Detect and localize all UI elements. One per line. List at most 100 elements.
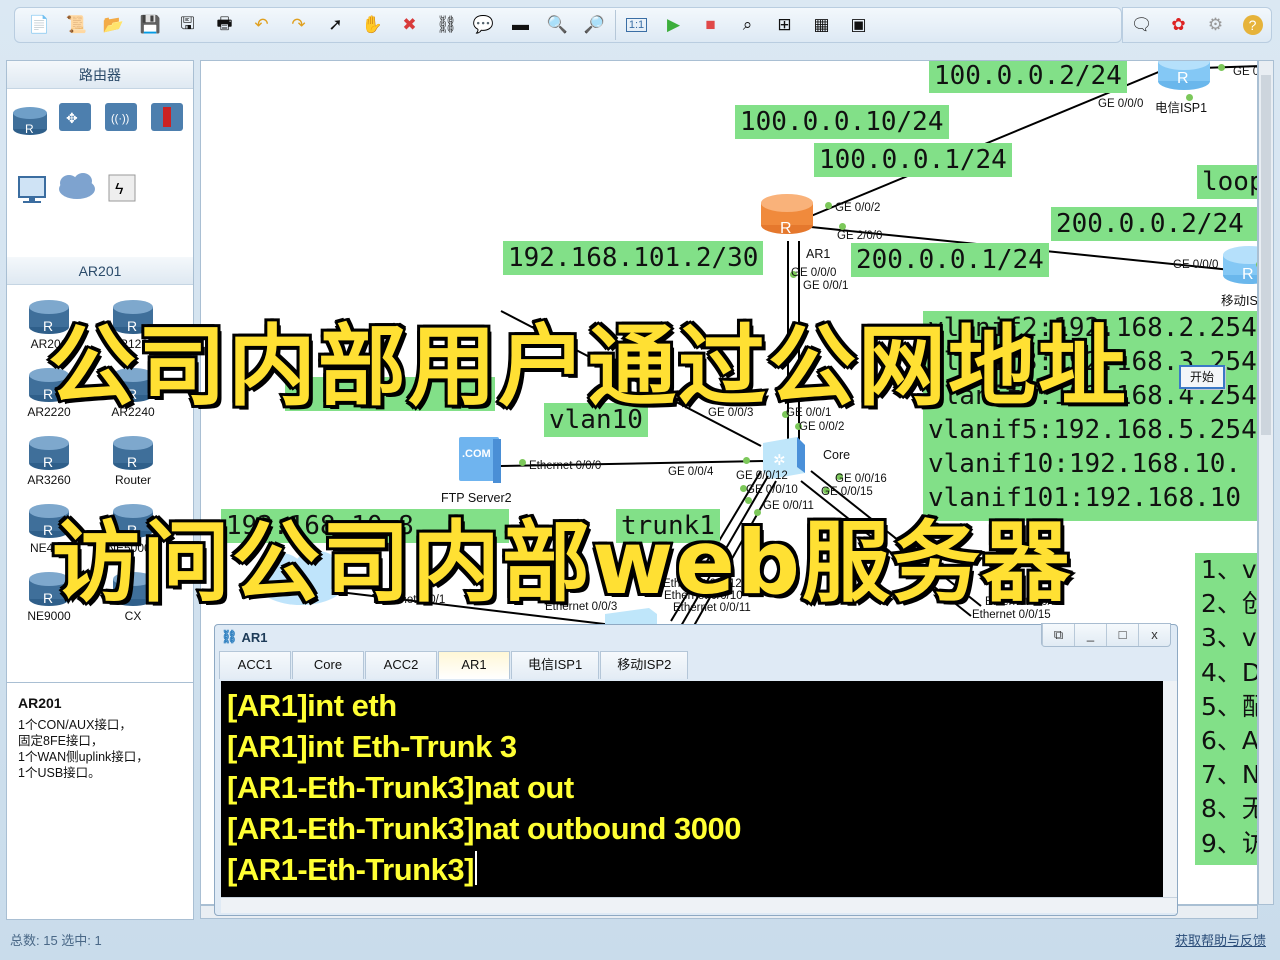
console-vertical-scrollbar[interactable] xyxy=(1163,681,1177,897)
console-text: [AR1]int eth xyxy=(227,688,397,723)
router-category-icon[interactable]: R xyxy=(13,107,47,136)
new-topology-button[interactable]: 📄 xyxy=(21,10,58,40)
tab-ar1[interactable]: AR1 xyxy=(438,651,510,679)
step-item: 9、访 xyxy=(1201,828,1257,858)
caption-line-1: 公司内部用户通过公网地址 xyxy=(45,313,1129,421)
device-ar3260[interactable]: R AR3260 xyxy=(7,431,91,487)
text-note-icon: 💬 xyxy=(472,15,495,34)
new-example-icon: 📜 xyxy=(65,15,88,34)
console-text: [AR1-Eth-Trunk3] xyxy=(227,852,474,887)
open-button[interactable]: 📂 xyxy=(95,10,132,40)
port-label: GE 0/0/0 xyxy=(1173,259,1219,271)
select-button[interactable]: ➚ xyxy=(317,10,354,40)
device-router[interactable]: R Router xyxy=(91,431,175,487)
link-category-icon[interactable]: ϟ xyxy=(108,174,136,202)
step-item: 7、N xyxy=(1201,760,1258,790)
step-item: 3、v xyxy=(1201,623,1257,653)
tab-移动isp2[interactable]: 移动ISP2 xyxy=(600,651,689,679)
port-dot xyxy=(743,457,750,464)
device-description: AR201 1个CON/AUX接口， 固定8FE接口， 1个WAN侧uplink… xyxy=(6,682,194,920)
svg-text:R: R xyxy=(127,454,137,470)
canvas-vertical-scrollbar[interactable] xyxy=(1258,60,1274,905)
tab-acc1[interactable]: ACC1 xyxy=(219,651,291,679)
port-dot xyxy=(825,202,832,209)
console-line: [AR1]int eth xyxy=(227,685,1163,726)
port-label: GE 0/0/1 xyxy=(1233,66,1257,78)
start-button[interactable]: 开始 xyxy=(1179,365,1225,389)
help-feedback-link[interactable]: 获取帮助与反馈 xyxy=(1175,930,1266,949)
toolbar-separator xyxy=(615,10,616,40)
redo-button[interactable]: ↷ xyxy=(280,10,317,40)
cli-console[interactable]: [AR1]int eth [AR1]int Eth-Trunk 3 [AR1-Eth… xyxy=(221,681,1163,897)
port-label: GE 0/0/0 xyxy=(791,267,837,279)
port-label: GE 0/0/12 xyxy=(736,470,788,482)
ar1-router-icon[interactable]: R xyxy=(759,189,815,239)
console-horizontal-scrollbar[interactable] xyxy=(221,897,1177,913)
start-device-icon: ▶ xyxy=(666,15,681,34)
tab-电信isp1[interactable]: 电信ISP1 xyxy=(511,651,600,679)
cli-button[interactable]: ▣ xyxy=(840,10,877,40)
right-toolbar: 🗨 ✿ ⚙? xyxy=(1122,7,1272,43)
svg-text:((·)): ((·)) xyxy=(111,113,129,125)
table-icon: ▦ xyxy=(813,15,830,34)
restore-button[interactable]: ⧉ xyxy=(1042,624,1074,646)
zoom-out-button[interactable]: 🔎 xyxy=(576,10,613,40)
pan-hand-button[interactable]: ✋ xyxy=(354,10,391,40)
switch-category-icon[interactable]: ✥ xyxy=(59,103,91,131)
save-button[interactable]: 💾 xyxy=(132,10,169,40)
text-cursor xyxy=(474,851,477,885)
delete-button[interactable]: ✖ xyxy=(391,10,428,40)
text-note-button[interactable]: 💬 xyxy=(465,10,502,40)
cli-titlebar[interactable]: ⛓ AR1 xyxy=(215,625,1177,649)
terminal-category-icon[interactable] xyxy=(18,176,46,203)
save-as-button[interactable]: 🖫 xyxy=(169,10,206,40)
maximize-button[interactable]: □ xyxy=(1106,624,1138,646)
actual-size-icon: 1:1 xyxy=(625,18,648,32)
ip-label[interactable]: 200.0.0.1/24 xyxy=(851,243,1049,277)
undo-button[interactable]: ↶ xyxy=(243,10,280,40)
print-icon: 🖶 xyxy=(216,13,233,33)
stop-device-icon: ■ xyxy=(705,15,716,34)
ip-label[interactable]: 192.168.101.2/30 xyxy=(503,241,764,275)
delete-icon: ✖ xyxy=(402,15,417,34)
new-example-button[interactable]: 📜 xyxy=(58,10,95,40)
topology-tree-button[interactable]: ⊞ xyxy=(766,10,803,40)
ip-label[interactable]: 100.0.0.1/24 xyxy=(814,143,1012,177)
ftp-server-icon[interactable]: .COM xyxy=(457,435,503,485)
firewall-category-icon[interactable] xyxy=(151,103,183,131)
table-button[interactable]: ▦ xyxy=(803,10,840,40)
delete-link-button[interactable]: ⛓ xyxy=(428,10,465,40)
cli-icon: ▣ xyxy=(850,15,867,34)
feedback-button[interactable]: 🗨 xyxy=(1123,10,1160,40)
console-text: [AR1-Eth-Trunk3]nat outbound 3000 xyxy=(227,811,741,846)
device-label: Router xyxy=(114,473,152,487)
ip-label[interactable]: 100.0.0.2/24 xyxy=(929,61,1127,93)
settings-gear-button[interactable]: ⚙ xyxy=(1197,10,1234,40)
tab-acc2[interactable]: ACC2 xyxy=(365,651,437,679)
ip-label[interactable]: 200.0.0.2/24 xyxy=(1051,207,1257,241)
help-button[interactable]: ? xyxy=(1234,10,1271,40)
rectangle-button[interactable]: ▬ xyxy=(502,10,539,40)
steps-note[interactable]: 1、v 2、创 3、v 4、D 5、配 6、A 7、N 8、无 9、访 xyxy=(1195,553,1258,865)
ip-label[interactable]: 100.0.0.10/24 xyxy=(735,105,949,139)
stop-device-button[interactable]: ■ xyxy=(692,10,729,40)
start-device-button[interactable]: ▶ xyxy=(655,10,692,40)
capture-button[interactable]: ⌕ xyxy=(729,10,766,40)
step-item: 2、创 xyxy=(1201,589,1257,619)
print-button[interactable]: 🖶 xyxy=(206,10,243,40)
step-item: 4、D xyxy=(1201,657,1258,687)
tab-core[interactable]: Core xyxy=(292,651,364,679)
isp2-router-icon[interactable]: R xyxy=(1221,241,1258,287)
wireless-category-icon[interactable]: ((·)) xyxy=(105,103,137,131)
svg-text:R: R xyxy=(25,122,34,136)
minimize-button[interactable]: _ xyxy=(1074,624,1106,646)
delete-link-icon: ⛓ xyxy=(435,15,458,34)
isp1-router-icon[interactable]: R xyxy=(1156,60,1212,93)
actual-size-button[interactable]: 1:1 xyxy=(618,10,655,40)
cloud-category-icon[interactable] xyxy=(59,173,95,199)
huawei-logo-button[interactable]: ✿ xyxy=(1160,10,1197,40)
zoom-in-button[interactable]: 🔍 xyxy=(539,10,576,40)
isp1-label: 电信ISP1 xyxy=(1155,101,1208,115)
ip-label[interactable]: loop xyxy=(1197,165,1257,199)
close-button[interactable]: x xyxy=(1138,624,1170,646)
